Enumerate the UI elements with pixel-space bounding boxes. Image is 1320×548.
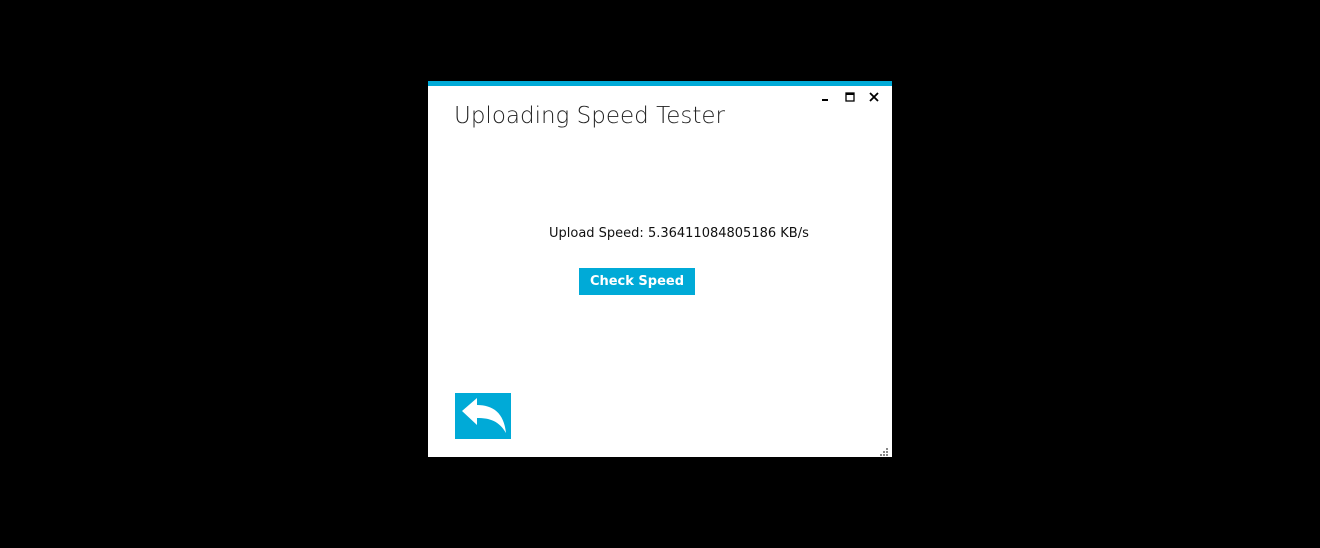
window-accent-bar <box>428 81 892 86</box>
minimize-button[interactable] <box>814 89 838 105</box>
minimize-icon <box>821 92 831 102</box>
maximize-icon <box>845 92 855 102</box>
resize-grip-icon <box>880 448 888 456</box>
back-button[interactable] <box>455 393 511 439</box>
close-button[interactable] <box>862 89 886 105</box>
app-window: Uploading Speed Tester Upload Speed: 5.3… <box>428 81 892 457</box>
maximize-button[interactable] <box>838 89 862 105</box>
check-speed-button[interactable]: Check Speed <box>579 268 695 295</box>
caption-buttons <box>814 89 886 105</box>
resize-grip[interactable] <box>879 444 889 456</box>
page-title: Uploading Speed Tester <box>454 103 725 129</box>
reply-arrow-icon <box>455 393 511 439</box>
close-icon <box>869 92 879 102</box>
upload-speed-label: Upload Speed: 5.36411084805186 KB/s <box>549 226 809 241</box>
